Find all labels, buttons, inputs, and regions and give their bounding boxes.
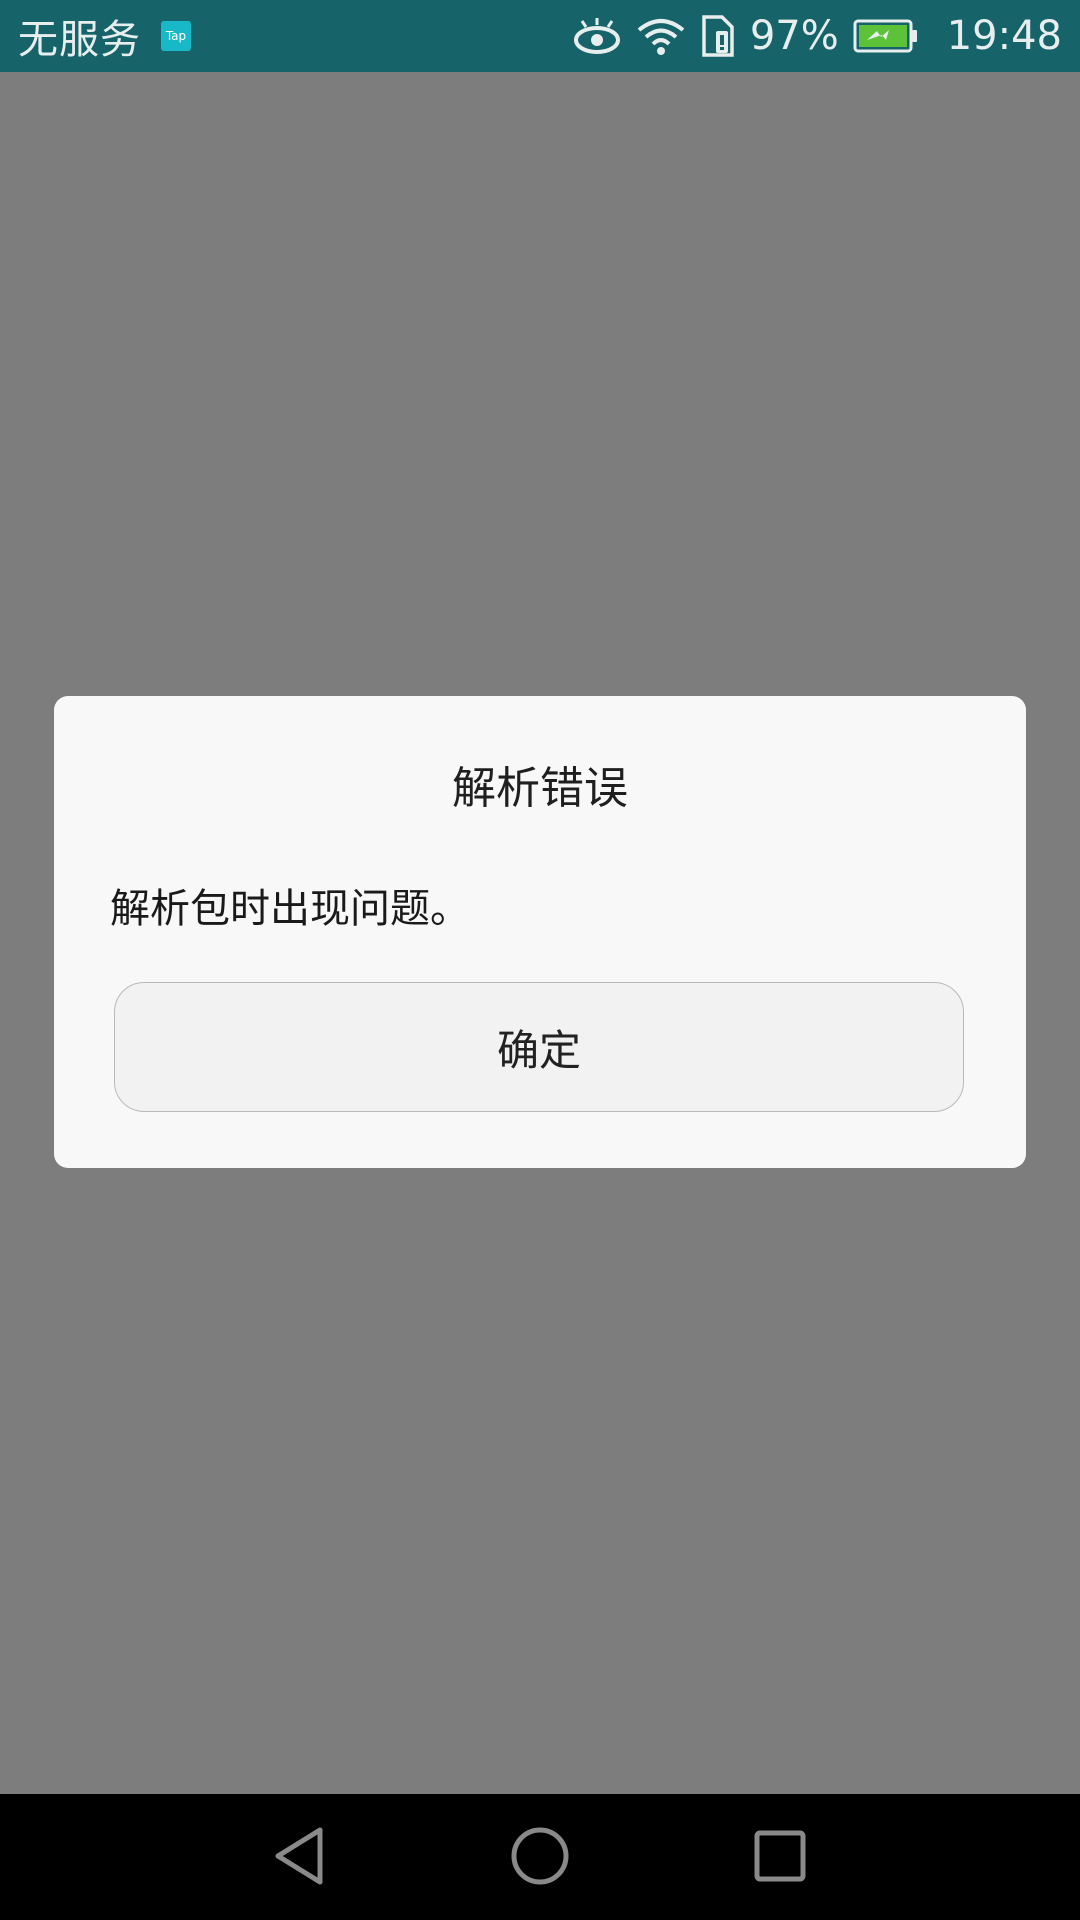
screen: 无服务 Tap 97% 19:48 解析错误 解析包时出现问题。 确定 <box>0 0 1080 1920</box>
battery-charging-icon <box>853 18 919 54</box>
back-button[interactable] <box>260 1818 340 1898</box>
parse-error-dialog: 解析错误 解析包时出现问题。 确定 <box>54 696 1026 1168</box>
dialog-title: 解析错误 <box>452 763 628 814</box>
dialog-message: 解析包时出现问题。 <box>110 886 470 932</box>
clock: 19:48 <box>946 13 1062 59</box>
eye-comfort-icon <box>572 16 622 56</box>
carrier-label: 无服务 <box>18 17 141 63</box>
sim-alert-icon <box>700 15 736 57</box>
navigation-bar <box>0 1794 1080 1920</box>
wifi-icon <box>636 16 686 56</box>
home-button[interactable] <box>500 1818 580 1898</box>
recents-button[interactable] <box>740 1818 820 1898</box>
tap-notification-icon: Tap <box>161 21 191 51</box>
confirm-button[interactable]: 确定 <box>114 982 964 1112</box>
status-icons: 97% 19:48 <box>572 13 1062 59</box>
back-icon <box>270 1824 330 1892</box>
recents-icon <box>752 1828 808 1888</box>
status-bar: 无服务 Tap 97% 19:48 <box>0 0 1080 72</box>
home-icon <box>509 1825 571 1891</box>
battery-percent: 97% <box>749 13 839 59</box>
